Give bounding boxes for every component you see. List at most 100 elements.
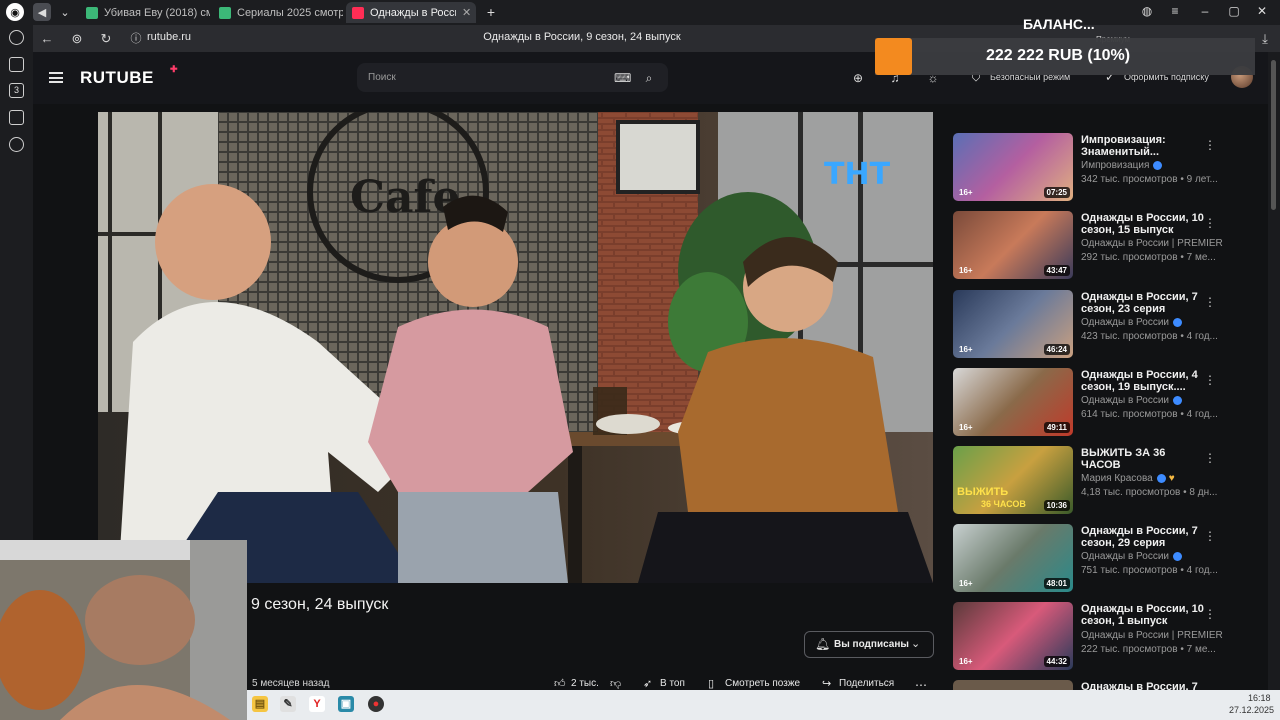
rocket-icon: ➶ (643, 678, 653, 690)
maximize-button[interactable]: ▢ (1225, 4, 1243, 18)
app-icon[interactable]: ✎ (280, 696, 296, 712)
video-card-title[interactable]: Однажды в России, 7 сезон, 23 серия (1081, 291, 1206, 315)
thumbnail[interactable]: 16+ 44:32 (953, 602, 1073, 670)
more-vert-icon[interactable]: ⋮ (1204, 373, 1216, 387)
recommendation-card[interactable]: 16+ 48:01 Однажды в России, 7 сезон, 29 … (953, 524, 1223, 594)
taskbar (247, 690, 1280, 720)
file-explorer-icon[interactable]: ▤ (252, 696, 268, 712)
rutube-logo[interactable]: RUTUBE (80, 68, 154, 88)
channel-name[interactable]: Однажды в России (1081, 395, 1183, 406)
thumbnail[interactable]: 16+ 43:47 (953, 211, 1073, 279)
menu-icon[interactable]: ≡ (1166, 4, 1184, 18)
close-icon[interactable]: ✕ (462, 6, 471, 19)
channel-name[interactable]: Однажды в России (1081, 317, 1183, 328)
tab-1[interactable]: Убивая Еву (2018) смотр (80, 2, 210, 23)
download-icon[interactable]: ⤓ (1256, 30, 1274, 48)
video-card-title[interactable]: Однажды в России, 4 сезон, 19 выпуск.... (1081, 369, 1206, 393)
more-vert-icon[interactable]: ⋮ (1204, 529, 1216, 543)
channel-name[interactable]: Однажды в России (1081, 551, 1183, 562)
like-count[interactable]: 2 тыс. (571, 678, 599, 689)
keyboard-icon[interactable]: ⌨ (614, 70, 631, 86)
more-vert-icon[interactable]: ⋮ (1204, 607, 1216, 621)
video-card-title[interactable]: Однажды в России, 7 сезон, 29 серия (1081, 525, 1206, 549)
video-card-title[interactable]: Импровизация: Знаменитый... (1081, 134, 1206, 158)
audio-tab-icon[interactable]: ◀ (33, 3, 51, 21)
to-top-button[interactable]: В топ (660, 678, 685, 689)
tab-title: Убивая Еву (2018) смотр (104, 6, 210, 19)
tab-2[interactable]: Сериалы 2025 смотреть о (213, 2, 343, 23)
watch-later-button[interactable]: Смотреть позже (725, 678, 800, 689)
video-player[interactable]: Cafe ТНТ (98, 112, 933, 583)
video-card-title[interactable]: Однажды в России, 10 сезон, 15 выпуск (1081, 212, 1206, 236)
upload-icon[interactable]: ⊕ (850, 70, 866, 86)
search-icon[interactable]: ⌕ (641, 70, 657, 86)
record-icon[interactable]: ● (368, 696, 384, 712)
video-card-title[interactable]: Однажды в России, 10 сезон, 1 выпуск (1081, 603, 1206, 627)
recommendation-card[interactable]: Однажды в России, 7 (953, 680, 1223, 690)
thumbnail[interactable]: 16+ 07:25 (953, 133, 1073, 201)
channel-name[interactable]: Мария Красова ♥ (1081, 473, 1175, 484)
verified-icon (1156, 473, 1166, 483)
thumbnail[interactable] (953, 680, 1073, 690)
new-tab-button[interactable]: + (482, 3, 500, 21)
notes-icon[interactable] (9, 57, 24, 72)
close-window-button[interactable]: ✕ (1253, 4, 1271, 18)
video-card-title[interactable]: ВЫЖИТЬ ЗА 36 ЧАСОВ (1081, 447, 1206, 471)
share-icon: ↪ (822, 678, 832, 690)
browser-menu-icon[interactable]: ◉ (6, 3, 24, 21)
app-window-icon[interactable]: ▣ (338, 696, 354, 712)
share-button[interactable]: Поделиться (839, 678, 894, 689)
video-meta: 292 тыс. просмотров • 7 ме... (1081, 252, 1216, 263)
more-vert-icon[interactable]: ⋮ (1204, 138, 1216, 152)
dislike-icon[interactable]: 👎︎ (610, 677, 621, 690)
more-vert-icon[interactable]: ⋮ (1204, 216, 1216, 230)
channel-watermark: ТНТ (824, 157, 891, 192)
video-meta: 751 тыс. просмотров • 4 год... (1081, 565, 1218, 576)
gallery-icon[interactable] (9, 110, 24, 125)
scrollbar-thumb[interactable] (1271, 60, 1276, 210)
recommendation-card[interactable]: 16+ 46:24 Однажды в России, 7 сезон, 23 … (953, 290, 1223, 360)
video-card-title[interactable]: Однажды в России, 7 (1081, 681, 1206, 690)
yandex-browser-icon[interactable]: Y (309, 696, 325, 712)
duration-badge: 46:24 (1043, 344, 1070, 355)
balance-value: 222 222 RUB (10%) (986, 47, 1131, 64)
subscribe-button-label: Вы подписаны (834, 639, 909, 650)
thumbnail[interactable]: 16+ 48:01 (953, 524, 1073, 592)
verified-icon (1173, 395, 1183, 405)
thumbnail[interactable]: 16+ 46:24 (953, 290, 1073, 358)
verified-icon (1173, 551, 1183, 561)
minimize-button[interactable]: – (1196, 4, 1214, 18)
thumbnail[interactable]: ВЫЖИТЬ 36 ЧАСОВ 10:36 (953, 446, 1073, 514)
heart-icon: ♥ (1168, 473, 1175, 484)
recommendation-card[interactable]: 16+ 43:47 Однажды в России, 10 сезон, 15… (953, 211, 1223, 281)
duration-badge: 10:36 (1043, 500, 1070, 511)
channel-name[interactable]: Импровизация (1081, 160, 1163, 171)
more-vert-icon[interactable]: ⋮ (1204, 451, 1216, 465)
age-rating: 16+ (959, 266, 973, 275)
tab-favicon-icon (352, 6, 364, 19)
tab-3-active[interactable]: Однажды в России, 9 сез ✕ (346, 2, 476, 23)
profile-icon[interactable]: ◍ (1138, 4, 1156, 18)
balance-indicator (875, 38, 912, 75)
duration-badge: 44:32 (1043, 656, 1070, 667)
video-meta: 222 тыс. просмотров • 7 ме... (1081, 644, 1216, 655)
recommendation-card[interactable]: ВЫЖИТЬ 36 ЧАСОВ 10:36 ВЫЖИТЬ ЗА 36 ЧАСОВ… (953, 446, 1223, 516)
chevron-down-icon[interactable]: ⌄ (911, 637, 920, 650)
bell-icon: 🔔︎ (815, 637, 831, 651)
recommendation-card[interactable]: 16+ 44:32 Однажды в России, 10 сезон, 1 … (953, 602, 1223, 672)
recommendation-card[interactable]: 16+ 49:11 Однажды в России, 4 сезон, 19 … (953, 368, 1223, 438)
verified-icon (1153, 160, 1163, 170)
svg-text:Cafe: Cafe (350, 172, 460, 223)
counter-icon[interactable]: 3 (9, 83, 24, 98)
like-icon[interactable]: 👍︎ (554, 677, 566, 690)
history-icon[interactable] (9, 30, 24, 45)
channel-name[interactable]: Однажды в России | PREMIER (1081, 238, 1223, 249)
channel-name[interactable]: Однажды в России | PREMIER (1081, 630, 1223, 641)
music-icon[interactable] (9, 137, 24, 152)
hamburger-menu-icon[interactable] (49, 72, 63, 83)
age-rating: 16+ (959, 423, 973, 432)
recommendation-card[interactable]: 16+ 07:25 Импровизация: Знаменитый... Им… (953, 133, 1223, 203)
chevron-down-icon[interactable]: ⌄ (56, 3, 74, 21)
thumbnail[interactable]: 16+ 49:11 (953, 368, 1073, 436)
more-vert-icon[interactable]: ⋮ (1204, 295, 1216, 309)
